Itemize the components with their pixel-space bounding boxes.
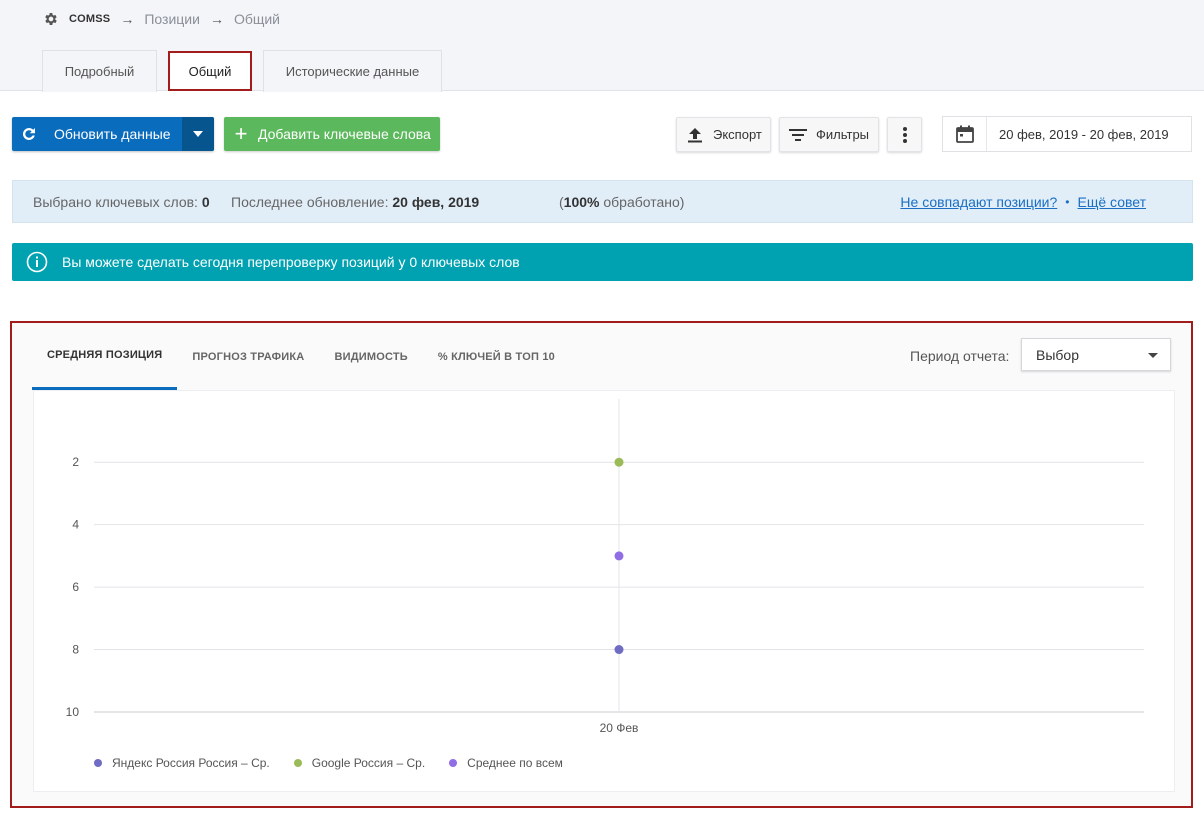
legend-item[interactable]: Google Россия – Ср. bbox=[293, 756, 426, 770]
caret-down-icon bbox=[193, 131, 203, 137]
date-range-value: 20 фев, 2019 - 20 фев, 2019 bbox=[999, 126, 1169, 142]
link-separator: • bbox=[1065, 194, 1070, 209]
tab-visibility[interactable]: ВИДИМОСТЬ bbox=[319, 323, 422, 390]
legend-label: Яндекс Россия Россия – Ср. bbox=[112, 756, 270, 770]
mismatch-positions-link[interactable]: Не совпадают позиции? bbox=[900, 194, 1057, 210]
chart-area: 2 4 6 8 10 20 Фев Яндекс Россия Россия – Ср. … bbox=[33, 390, 1175, 792]
legend-swatch bbox=[449, 759, 458, 767]
export-button[interactable]: Экспорт bbox=[676, 117, 771, 152]
legend-label: Среднее по всем bbox=[467, 756, 563, 770]
filter-icon bbox=[780, 128, 816, 142]
processed-text: обработано) bbox=[599, 193, 685, 210]
caret-down-icon bbox=[1148, 353, 1158, 358]
more-vertical-icon bbox=[902, 126, 907, 143]
x-tick-label: 20 Фев bbox=[600, 721, 639, 735]
legend-swatch bbox=[293, 759, 302, 767]
y-tick-label: 4 bbox=[72, 518, 79, 532]
breadcrumb-arrow: → bbox=[120, 11, 135, 27]
filters-label: Фильтры bbox=[816, 127, 870, 142]
legend-item[interactable]: Среднее по всем bbox=[449, 756, 563, 770]
chart-tabs: СРЕДНЯЯ ПОЗИЦИЯ ПРОГНОЗ ТРАФИКА ВИДИМОСТ… bbox=[32, 323, 570, 390]
tab-detailed[interactable]: Подробный bbox=[42, 50, 157, 92]
notice-text: Вы можете сделать сегодня перепроверку п… bbox=[62, 254, 520, 270]
period-label: Период отчета: bbox=[910, 348, 1010, 364]
breadcrumb-current: Общий bbox=[233, 11, 281, 27]
info-icon bbox=[12, 251, 62, 273]
filters-button[interactable]: Фильтры bbox=[779, 117, 879, 152]
more-options-button[interactable] bbox=[887, 117, 922, 152]
legend-item[interactable]: Яндекс Россия Россия – Ср. bbox=[94, 756, 270, 770]
data-point bbox=[614, 551, 624, 561]
tab-average-position[interactable]: СРЕДНЯЯ ПОЗИЦИЯ bbox=[32, 323, 178, 390]
info-bar: Выбрано ключевых слов: 0 Последнее обнов… bbox=[12, 180, 1193, 223]
last-update-value: 20 фев, 2019 bbox=[392, 193, 480, 210]
selected-keywords-label: Выбрано ключевых слов: bbox=[33, 193, 198, 210]
refresh-icon bbox=[12, 117, 46, 151]
last-update-label: Последнее обновление: bbox=[231, 193, 389, 210]
period-selected-value: Выбор bbox=[1036, 346, 1079, 363]
top-bar: COMSS → Позиции → Общий Подробный Общий … bbox=[0, 0, 1204, 92]
tab-traffic-forecast[interactable]: ПРОГНОЗ ТРАФИКА bbox=[177, 323, 319, 390]
date-range-picker[interactable]: 20 фев, 2019 - 20 фев, 2019 bbox=[942, 116, 1192, 152]
update-data-button[interactable]: Обновить данные bbox=[12, 117, 214, 151]
data-point bbox=[614, 645, 624, 655]
add-keywords-button[interactable]: + Добавить ключевые слова bbox=[224, 117, 440, 151]
plus-icon: + bbox=[234, 121, 248, 146]
breadcrumb: COMSS → Позиции → Общий bbox=[43, 10, 280, 28]
y-tick-label: 2 bbox=[72, 455, 79, 469]
selected-keywords: Выбрано ключевых слов: 0 bbox=[33, 194, 210, 210]
y-tick-label: 6 bbox=[72, 580, 79, 594]
breadcrumb-arrow: → bbox=[209, 11, 224, 27]
last-update: Последнее обновление: 20 фев, 2019 bbox=[231, 194, 479, 210]
breadcrumb-project[interactable]: COMSS bbox=[69, 13, 110, 25]
legend-label: Google Россия – Ср. bbox=[311, 756, 426, 770]
processed-value: 100% bbox=[563, 193, 600, 210]
chart-legend: Яндекс Россия Россия – Ср. Google Россия… bbox=[94, 756, 587, 770]
update-dropdown-toggle[interactable] bbox=[182, 117, 214, 151]
selected-keywords-count: 0 bbox=[201, 193, 210, 210]
recheck-notice: Вы можете сделать сегодня перепроверку п… bbox=[12, 243, 1193, 281]
add-keywords-label: Добавить ключевые слова bbox=[258, 126, 431, 142]
upload-icon bbox=[677, 127, 713, 143]
another-tip-link[interactable]: Ещё совет bbox=[1078, 194, 1147, 210]
tab-top10-percent[interactable]: % КЛЮЧЕЙ В ТОП 10 bbox=[423, 323, 570, 390]
calendar-icon bbox=[943, 117, 987, 151]
tab-general[interactable]: Общий bbox=[168, 51, 252, 91]
gear-icon[interactable] bbox=[43, 11, 59, 27]
export-label: Экспорт bbox=[713, 127, 762, 142]
chart-panel: СРЕДНЯЯ ПОЗИЦИЯ ПРОГНОЗ ТРАФИКА ВИДИМОСТ… bbox=[10, 321, 1193, 808]
legend-swatch bbox=[94, 759, 102, 767]
tab-historical[interactable]: Исторические данные bbox=[263, 50, 442, 92]
update-data-label: Обновить данные bbox=[54, 126, 171, 142]
average-position-chart: 2 4 6 8 10 20 Фев bbox=[66, 399, 1144, 735]
help-links: Не совпадают позиции? • Ещё совет bbox=[900, 194, 1146, 210]
data-point bbox=[614, 457, 624, 467]
breadcrumb-positions[interactable]: Позиции bbox=[144, 11, 200, 27]
y-tick-label: 8 bbox=[72, 643, 79, 657]
y-tick-label: 10 bbox=[66, 705, 80, 719]
processed-status: (100% обработано) bbox=[559, 194, 684, 210]
period-select[interactable]: Выбор bbox=[1021, 338, 1171, 371]
